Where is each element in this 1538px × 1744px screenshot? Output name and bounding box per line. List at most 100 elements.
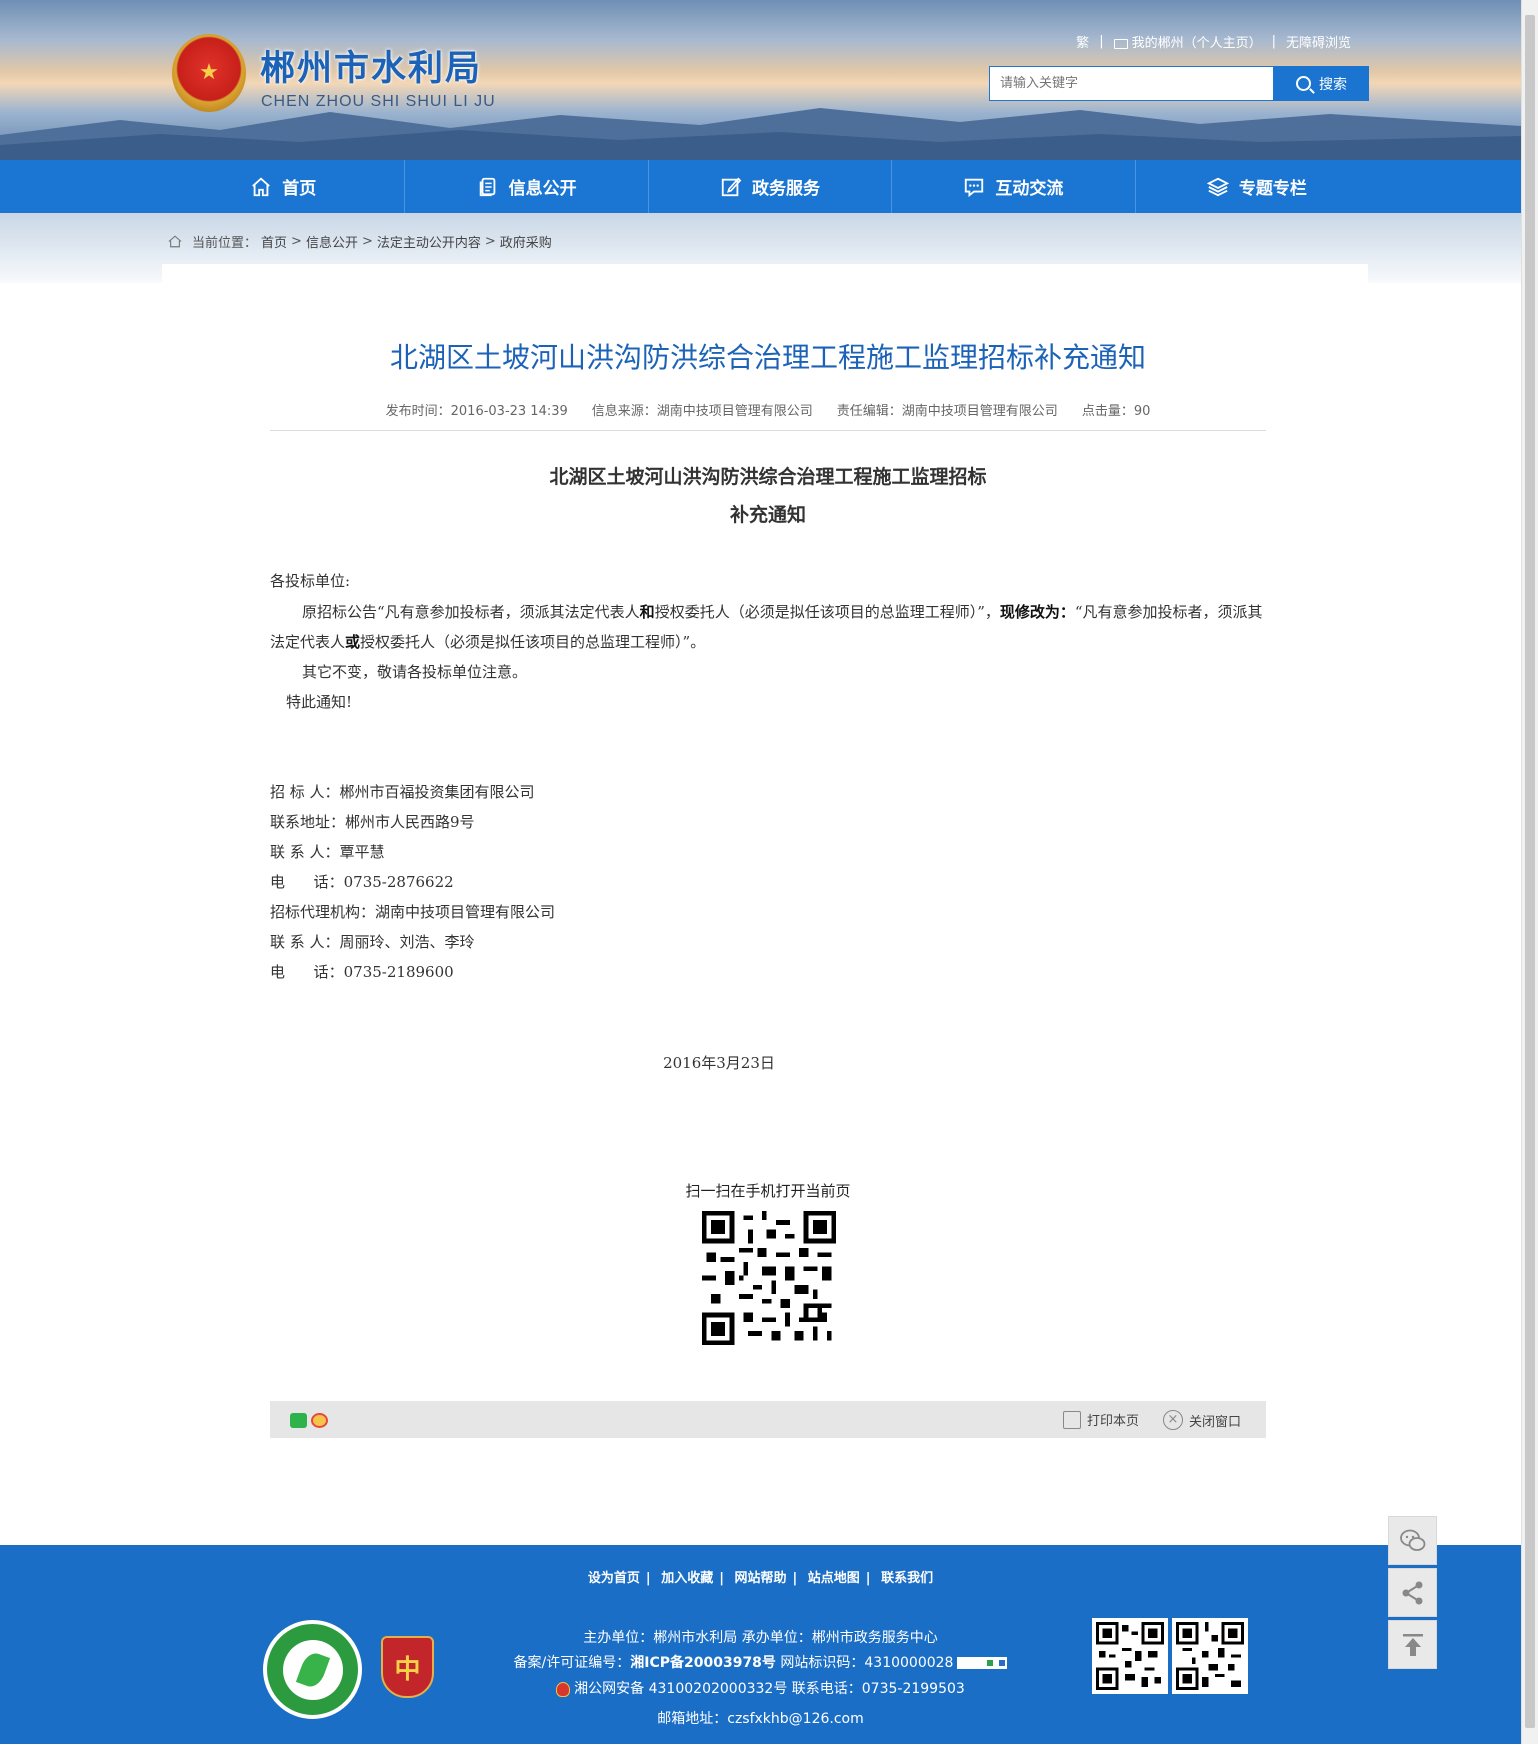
separator: | (792, 1571, 798, 1586)
printer-icon (1063, 1410, 1081, 1429)
document-icon (479, 177, 495, 196)
footer-link-set-home[interactable]: 设为首页 (582, 1571, 646, 1586)
article-meta: 发布时间：2016-03-23 14:39 信息来源：湖南中技项目管理有限公司 … (270, 400, 1266, 419)
share-bar: 打印本页 × 关闭窗口 (270, 1401, 1266, 1438)
site-id: 网站标识码：4310000028 (775, 1655, 954, 1671)
scrollbar[interactable] (1521, 0, 1538, 1744)
search-button-label: 搜索 (1319, 76, 1347, 93)
chat-icon (965, 178, 984, 197)
layers-icon (1206, 177, 1229, 196)
weibo-share-icon[interactable] (311, 1413, 328, 1428)
notice-date: 2016年3月23日 (663, 1054, 775, 1072)
separator: | (1271, 34, 1276, 49)
wechat-share-icon[interactable] (290, 1413, 307, 1428)
nav-item-info-public[interactable]: 信息公开 (405, 160, 649, 213)
main-nav: 首页 信息公开 政务服务 互动交流 专题专栏 (0, 160, 1521, 213)
footer-qr-code-right (1172, 1618, 1248, 1694)
breadcrumb-home[interactable]: 首页 (261, 232, 287, 251)
footer-qr-code-left (1092, 1618, 1168, 1694)
traditional-chinese-link[interactable]: 繁 (1076, 32, 1089, 51)
nav-item-interaction[interactable]: 互动交流 (892, 160, 1136, 213)
divider (270, 430, 1266, 431)
contact-line: 联 系 人：覃平慧 (270, 843, 385, 861)
body-paragraph-3: 特此通知! (286, 693, 353, 711)
separator: | (645, 1571, 651, 1586)
nav-item-label: 首页 (282, 179, 317, 199)
print-label: 打印本页 (1087, 1414, 1140, 1429)
search-button[interactable]: 搜索 (1274, 66, 1369, 101)
breadcrumb-statutory[interactable]: 法定主动公开内容 (377, 232, 481, 251)
contact-line: 招标代理机构：湖南中技项目管理有限公司 (270, 903, 556, 921)
publish-time: 发布时间：2016-03-23 14:39 (385, 404, 568, 419)
search-input[interactable] (990, 67, 1273, 100)
share-button[interactable] (1388, 1568, 1437, 1617)
document-title-line1: 北湖区土坡河山洪沟防洪综合治理工程施工监理招标 (549, 466, 987, 488)
body-bold: 现修改为： (999, 603, 1075, 621)
breadcrumb-procurement[interactable]: 政府采购 (500, 232, 552, 251)
breadcrumb-prefix: 当前位置： (192, 236, 258, 251)
separator: | (865, 1571, 871, 1586)
separator: | (719, 1571, 724, 1586)
print-button[interactable]: 打印本页 (1063, 1410, 1139, 1429)
back-to-top-button[interactable] (1388, 1620, 1437, 1669)
nav-item-special-column[interactable]: 专题专栏 (1136, 160, 1378, 213)
edit-icon (721, 177, 742, 196)
side-float-toolbar (1388, 1516, 1437, 1672)
footer-link-sitemap[interactable]: 站点地图 (802, 1571, 866, 1586)
contact-line: 招 标 人：郴州市百福投资集团有限公司 (270, 783, 535, 801)
nav-item-label: 政务服务 (752, 179, 821, 199)
police-record[interactable]: 湘公网安备 43100202000332号 联系电话：0735-2199503 (574, 1681, 965, 1697)
nav-item-gov-service[interactable]: 政务服务 (649, 160, 893, 213)
body-text: 原招标公告“凡有意参加投标者，须派其法定代表人 (302, 603, 640, 621)
breadcrumb-separator: > (484, 234, 496, 249)
search-icon (1296, 76, 1311, 91)
icp-link[interactable]: 湘ICP备20003978号 (630, 1655, 776, 1671)
contact-line: 联 系 人：周丽玲、刘浩、李玲 (270, 933, 475, 951)
scrollbar-thumb[interactable] (1525, 15, 1535, 1728)
hit-count: 点击量：90 (1081, 404, 1151, 419)
arrow-up-icon (1402, 1633, 1423, 1656)
national-emblem-logo[interactable]: ★ (172, 34, 246, 112)
responsible-editor: 责任编辑：湖南中技项目管理有限公司 (836, 404, 1058, 419)
nav-item-label: 互动交流 (995, 179, 1064, 199)
breadcrumb-separator: > (291, 234, 302, 249)
site-subtitle: CHEN ZHOU SHI SHUI LI JU (261, 93, 496, 110)
article-title: 北湖区土坡河山洪沟防洪综合治理工程施工监理招标补充通知 (389, 341, 1146, 374)
footer-link-help[interactable]: 网站帮助 (728, 1571, 792, 1586)
close-label: 关闭窗口 (1189, 1414, 1242, 1430)
my-chenzhou-label: 我的郴州（个人主页） (1131, 36, 1262, 51)
document-title: 北湖区土坡河山洪沟防洪综合治理工程施工监理招标 补充通知 (270, 458, 1266, 534)
monitor-icon (1113, 38, 1128, 49)
site-header: ★ 郴州市水利局 CHEN ZHOU SHI SHUI LI JU 繁 | 我的… (0, 0, 1521, 160)
greeting: 各投标单位: (270, 572, 351, 590)
home-icon (252, 177, 271, 196)
footer-link-contact[interactable]: 联系我们 (875, 1571, 939, 1586)
body-bold: 和 (639, 603, 655, 621)
qr-label: 扫一扫在手机打开当前页 (685, 1182, 851, 1200)
my-chenzhou-link[interactable]: 我的郴州（个人主页） (1113, 32, 1262, 51)
contact-line: 电 话：0735-2876622 (270, 873, 454, 891)
footer-link-favorite[interactable]: 加入收藏 (655, 1571, 719, 1586)
body-text: 授权委托人（必须是拟任该项目的总监理工程师）”， (654, 603, 1000, 621)
footer-email: 邮箱地址：czsfxkhb@126.com (657, 1711, 864, 1727)
breadcrumb-separator: > (361, 234, 373, 249)
nav-item-label: 专题专栏 (1238, 179, 1307, 199)
police-badge-icon (556, 1681, 571, 1697)
home-icon (168, 235, 182, 248)
accessibility-link[interactable]: 无障碍浏览 (1286, 32, 1351, 51)
body-bold: 或 (345, 633, 361, 651)
close-window-button[interactable]: × 关闭窗口 (1163, 1410, 1241, 1430)
nav-item-label: 信息公开 (508, 179, 577, 199)
body-paragraph-1: 原招标公告“凡有意参加投标者，须派其法定代表人和授权委托人（必须是拟任该项目的总… (270, 597, 1266, 657)
contact-line: 联系地址：郴州市人民西路9号 (270, 813, 475, 831)
body-paragraph-2: 其它不变，敬请各投标单位注意。 (302, 663, 528, 681)
cnzz-stat-icon[interactable] (957, 1657, 1008, 1669)
star-icon: ★ (199, 60, 219, 85)
site-title[interactable]: 郴州市水利局 (260, 40, 482, 91)
footer-license: 备案/许可证编号：湘ICP备20003978号 网站标识码：4310000028 (0, 1652, 1521, 1672)
nav-item-home[interactable]: 首页 (162, 160, 406, 213)
breadcrumb-info-public[interactable]: 信息公开 (306, 232, 358, 251)
wechat-button[interactable] (1388, 1516, 1437, 1565)
close-icon: × (1163, 1410, 1183, 1430)
footer-links: 设为首页 | 加入收藏 | 网站帮助 | 站点地图 | 联系我们 (0, 1567, 1521, 1586)
